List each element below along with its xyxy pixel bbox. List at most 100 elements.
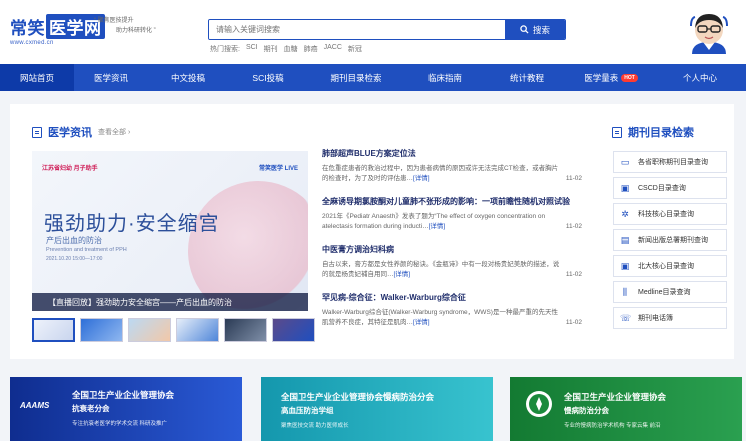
news-desc: Walker-Warburg综合征(Walker-Warburg syndrom… — [322, 309, 558, 326]
main-nav: 网站首页 医学资讯 中文投稿 SCI投稿 期刊目录检索 临床指南 统计教程 医学… — [0, 64, 746, 91]
slogan: “ 聚焦医技提升 助力科研转化 ” — [94, 16, 156, 36]
nav-item-journal-search[interactable]: 期刊目录检索 — [308, 64, 404, 91]
news-date: 11-02 — [565, 222, 582, 230]
featured-banner[interactable]: 江苏省妇幼 月子助手 常笑医学 LIVE 强劲助力·安全缩宫 产后出血的防治 P… — [32, 151, 308, 311]
banner-subtitle-en: Prevention and treatment of PPH — [46, 247, 127, 253]
nav-label: 中文投稿 — [170, 72, 205, 83]
nav-label: SCI投稿 — [252, 72, 284, 83]
search-button[interactable]: 搜索 — [505, 20, 565, 39]
nav-item-user-center[interactable]: 个人中心 — [654, 64, 746, 91]
promo-tagline: 专业的慢病防治学术机构 专家云集 前沿 — [564, 423, 661, 429]
phone-icon: ☏ — [620, 313, 632, 323]
journal-search-header: 期刊目录检索 — [612, 124, 694, 140]
journal-search-label: 期刊电话簿 — [638, 315, 673, 322]
journal-search-label: 新闻出版总署期刊查询 — [638, 237, 708, 244]
promo-tagline: 聚焦医技交流 助力医师成长 — [281, 423, 349, 429]
book-icon: ▣ — [620, 183, 630, 193]
promo-title: 全国卫生产业企业管理协会 — [72, 390, 175, 400]
search-input[interactable] — [209, 20, 505, 39]
news-title[interactable]: 肺部超声BLUE方案定位法 — [322, 148, 582, 159]
banner-decoration — [188, 181, 308, 311]
promo-banner-hypertension[interactable]: 全国卫生产业企业管理协会慢病防治分会 高血压防治学组 聚焦医技交流 助力医师成长 — [261, 377, 493, 441]
hot-search-term[interactable]: 肺癌 — [304, 44, 318, 54]
mascot-avatar-icon[interactable] — [686, 8, 732, 56]
banner-thumbnail[interactable] — [128, 318, 171, 342]
news-section-header: 医学资讯 查看全部 › — [32, 124, 130, 140]
view-all-link[interactable]: 查看全部 › — [98, 127, 130, 137]
journal-section-title: 期刊目录检索 — [628, 127, 694, 139]
promo-title: 全国卫生产业企业管理协会 — [564, 392, 667, 402]
site-logo[interactable]: 常笑 医学网 www.cxmed.cn — [10, 14, 105, 46]
search-bar: 搜索 — [208, 19, 566, 40]
banner-live-logo: 常笑医学 LIVE — [258, 166, 298, 172]
promo-subtitle: 高血压防治学组 — [281, 406, 334, 415]
search-icon — [520, 25, 529, 34]
nav-item-sci-submission[interactable]: SCI投稿 — [228, 64, 308, 91]
news-title[interactable]: 中医膏方调治妇科病 — [322, 244, 582, 255]
nav-item-home[interactable]: 网站首页 — [0, 64, 74, 91]
association-emblem-icon — [526, 391, 552, 417]
detail-link[interactable]: [详情] — [429, 223, 446, 230]
hot-search-term[interactable]: JACC — [324, 44, 342, 54]
banner-headline: 强劲助力·安全缩宫 — [44, 213, 220, 235]
nav-label: 临床指南 — [427, 72, 462, 83]
news-item[interactable]: 肺部超声BLUE方案定位法 在危重症患者的救治过程中，因为患者病情的原因或许无法… — [322, 148, 582, 196]
journal-search-item[interactable]: ✲ 科技核心目录查询 — [613, 203, 727, 225]
banner-subtitle: 产后出血的防治 — [46, 236, 102, 245]
nav-label: 医学资讯 — [93, 72, 128, 83]
promo-banner-anti-aging[interactable]: AAAMS 全国卫生产业企业管理协会 抗衰老分会 专注抗衰老医学的学术交流 科研… — [10, 377, 242, 441]
news-item[interactable]: 罕见病-综合征：Walker-Warburg综合征 Walker-Warburg… — [322, 292, 582, 340]
hot-search-term[interactable]: 期刊 — [264, 44, 278, 54]
promo-banner-chronic-disease[interactable]: 全国卫生产业企业管理协会 慢病防治分会 专业的慢病防治学术机构 专家云集 前沿 — [510, 377, 742, 441]
nav-item-statistics[interactable]: 统计教程 — [486, 64, 568, 91]
site-header: 常笑医学网 www.cxmed.cn “ 聚焦医技提升 助力科研转化 ” 搜索 … — [0, 0, 746, 64]
promo-subtitle: 慢病防治分会 — [564, 406, 609, 415]
slogan-line-1: “ 聚焦医技提升 — [94, 18, 134, 24]
nav-item-medical-scales[interactable]: 医学量表 HOT — [568, 64, 654, 91]
journal-search-label: 北大核心目录查询 — [638, 263, 694, 270]
news-list: 肺部超声BLUE方案定位法 在危重症患者的救治过程中，因为患者病情的原因或许无法… — [322, 148, 582, 340]
journal-search-item[interactable]: ▣ CSCD目录查询 — [613, 177, 727, 199]
banner-thumbnail[interactable] — [224, 318, 267, 342]
banner-thumbnail[interactable] — [32, 318, 75, 342]
journal-search-item[interactable]: ▤ 新闻出版总署期刊查询 — [613, 229, 727, 251]
journal-search-item[interactable]: ☏ 期刊电话簿 — [613, 307, 727, 329]
promo-subtitle: 抗衰老分会 — [72, 404, 110, 413]
banner-thumbnail[interactable] — [80, 318, 123, 342]
library-icon: ⫼ — [622, 287, 628, 297]
hot-search-term[interactable]: 新冠 — [348, 44, 362, 54]
journal-search-item[interactable]: ▣ 北大核心目录查询 — [613, 255, 727, 277]
hot-search-label: 热门搜索: — [210, 46, 240, 53]
news-item[interactable]: 全麻诱导期氯胺酮对儿童肺不张形成的影响：一项前瞻性随机对照试验 2021年《Pe… — [322, 196, 582, 244]
news-item[interactable]: 中医膏方调治妇科病 自古以来，膏方都是女性养颜的秘诀。《金瓶诗》中有一段对杨贵妃… — [322, 244, 582, 292]
content-panel: 医学资讯 查看全部 › 江苏省妇幼 月子助手 常笑医学 LIVE 强劲助力·安全… — [10, 104, 734, 359]
detail-link[interactable]: [详情] — [394, 271, 411, 278]
hot-search-term[interactable]: SCI — [246, 44, 258, 54]
news-date: 11-02 — [565, 174, 582, 182]
news-section-title: 医学资讯 — [48, 127, 92, 139]
nav-item-news[interactable]: 医学资讯 — [74, 64, 148, 91]
book-icon: ▣ — [620, 261, 630, 271]
journal-search-item[interactable]: ⫼ Medline目录查询 — [613, 281, 727, 303]
logo-url: www.cxmed.cn — [10, 40, 54, 46]
detail-link[interactable]: [详情] — [413, 319, 430, 326]
journal-search-item[interactable]: ▭ 各省职称期刊目录查询 — [613, 151, 727, 173]
journal-icon — [612, 126, 622, 138]
nav-item-clinical-guides[interactable]: 临床指南 — [404, 64, 486, 91]
news-desc: 自古以来，膏方都是女性养颜的秘诀。《金瓶诗》中有一段对杨贵妃美肤的描述，说的就是… — [322, 261, 560, 278]
news-title[interactable]: 罕见病-综合征：Walker-Warburg综合征 — [322, 292, 582, 303]
nav-label: 网站首页 — [19, 72, 54, 83]
journal-search-list: ▭ 各省职称期刊目录查询 ▣ CSCD目录查询 ✲ 科技核心目录查询 ▤ 新闻出版总署期… — [613, 151, 727, 333]
nav-label: 医学量表 — [584, 72, 619, 83]
banner-brand: 江苏省妇幼 月子助手 — [42, 166, 98, 172]
detail-link[interactable]: [详情] — [413, 175, 430, 182]
banner-thumbnail[interactable] — [176, 318, 219, 342]
nav-item-chinese-submission[interactable]: 中文投稿 — [148, 64, 228, 91]
hot-search-term[interactable]: 血糖 — [284, 44, 298, 54]
journal-search-label: 科技核心目录查询 — [638, 211, 694, 218]
banner-thumbnail[interactable] — [272, 318, 315, 342]
slogan-line-2: 助力科研转化 ” — [116, 28, 156, 34]
news-title[interactable]: 全麻诱导期氯胺酮对儿童肺不张形成的影响：一项前瞻性随机对照试验 — [322, 196, 582, 207]
hot-badge: HOT — [621, 73, 638, 82]
journal-search-label: 各省职称期刊目录查询 — [638, 159, 708, 166]
